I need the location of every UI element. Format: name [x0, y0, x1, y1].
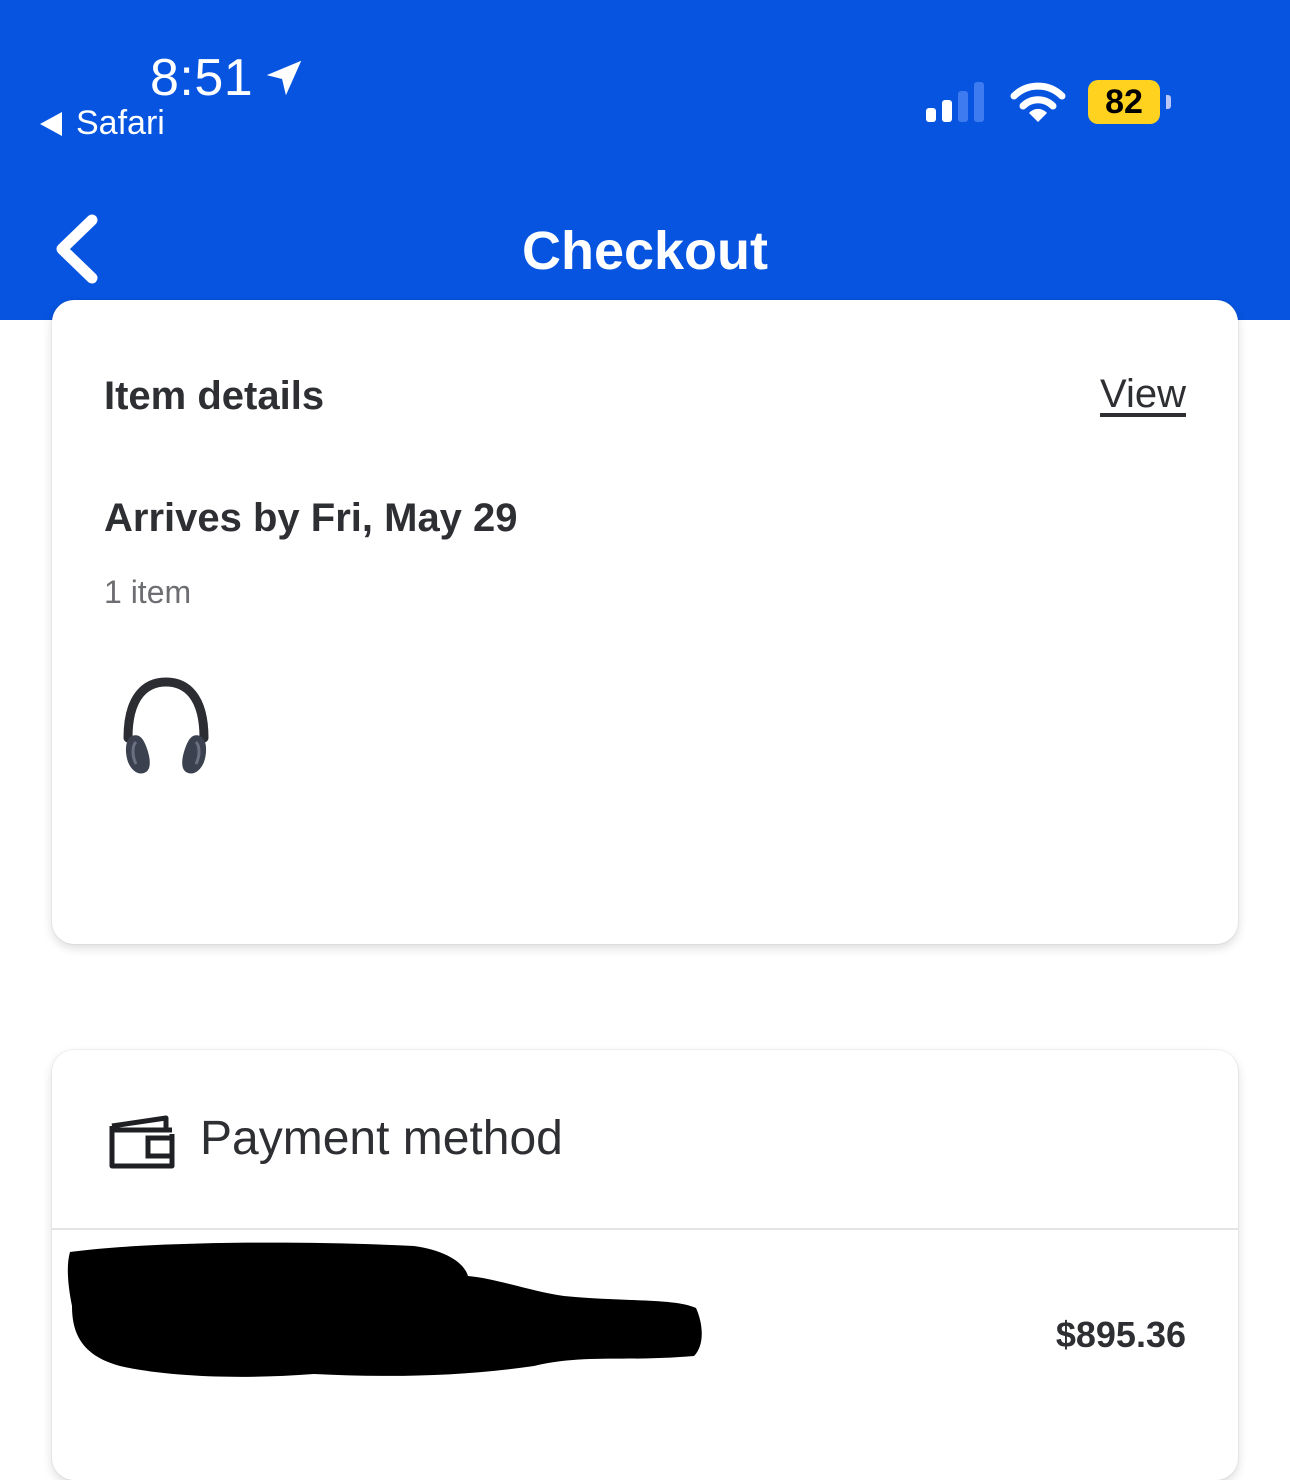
- wallet-icon: [109, 1115, 175, 1169]
- item-count: 1 item: [104, 574, 192, 610]
- payment-method-header: Payment method: [108, 1104, 563, 1172]
- battery-icon: 82: [1088, 80, 1160, 124]
- back-app-label: Safari: [76, 104, 165, 142]
- time-text: 8:51: [150, 49, 254, 107]
- battery-level: 82: [1105, 82, 1143, 121]
- payment-method-heading: Payment method: [200, 1111, 563, 1165]
- item-details-heading: Item details: [104, 374, 325, 418]
- status-time: 8:51: [150, 48, 307, 108]
- back-triangle-icon: [40, 111, 62, 136]
- cellular-signal-icon: [926, 82, 984, 122]
- app-header: 8:51 Safari 82 Checkout: [0, 0, 1290, 320]
- arrival-date: Arrives by Fri, May 29: [104, 496, 518, 540]
- view-link[interactable]: View: [1100, 372, 1186, 417]
- headphones-icon[interactable]: [118, 676, 214, 780]
- item-details-card: Item details View Arrives by Fri, May 29…: [52, 300, 1238, 944]
- battery-tip: [1166, 95, 1171, 109]
- location-arrow-icon: [266, 60, 302, 96]
- payment-amount: $895.36: [1055, 1314, 1186, 1355]
- payment-method-card: Payment method $895.36: [52, 1050, 1238, 1480]
- divider: [52, 1228, 1238, 1230]
- page-title: Checkout: [521, 221, 769, 281]
- back-to-app-button[interactable]: Safari: [40, 104, 165, 143]
- wifi-icon: [1010, 82, 1066, 122]
- redaction-mark: [67, 1242, 702, 1377]
